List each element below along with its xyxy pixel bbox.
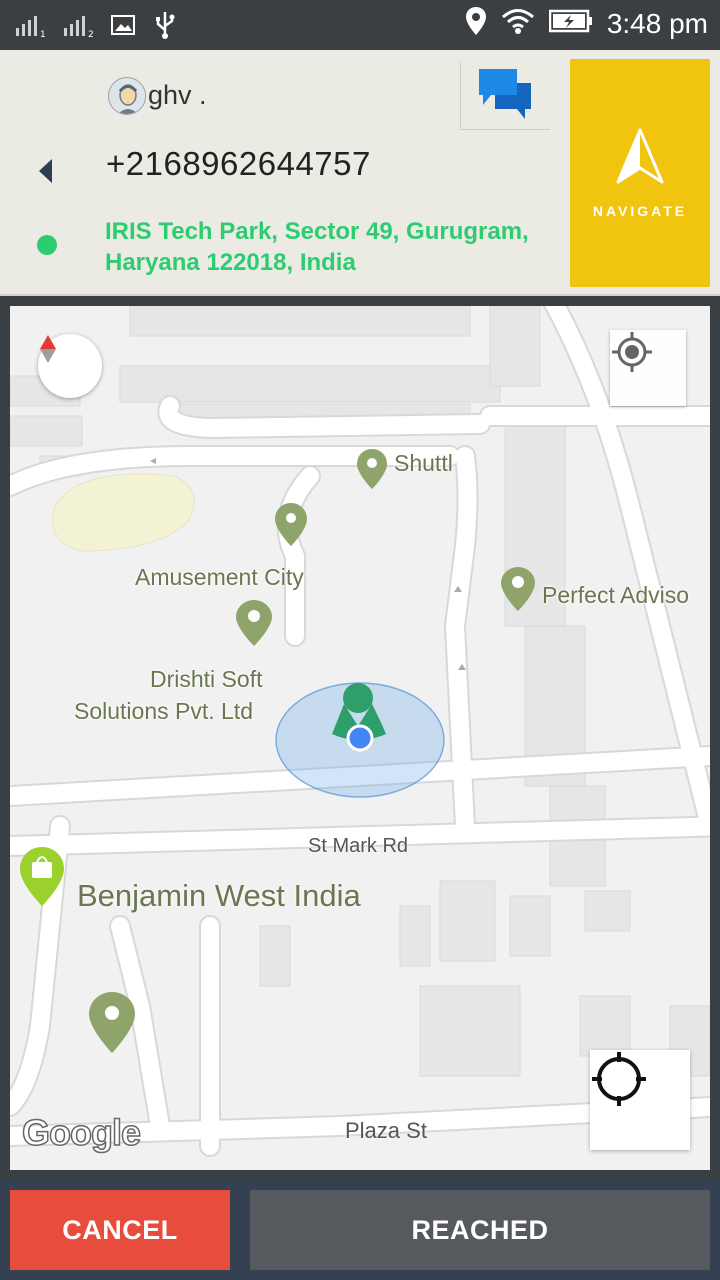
poi-label[interactable]: Shuttl (394, 448, 453, 479)
signal-sim2-icon: 2 (62, 12, 94, 43)
contact-address: IRIS Tech Park, Sector 49, Gurugram, Har… (105, 218, 529, 276)
cancel-button[interactable]: CANCEL (10, 1190, 230, 1270)
status-dot (37, 235, 57, 255)
usb-icon (152, 10, 178, 45)
navigation-arrow-icon (615, 128, 665, 189)
svg-text:1: 1 (40, 30, 46, 38)
location-icon (465, 6, 487, 41)
road-label: St Mark Rd (308, 835, 409, 857)
map-tiles (10, 306, 710, 1157)
reached-button[interactable]: REACHED (250, 1190, 710, 1270)
battery-charging-icon (548, 8, 593, 39)
avatar (108, 77, 146, 115)
poi-label[interactable]: Solutions Pvt. Ltd (74, 696, 253, 727)
chat-button[interactable] (460, 62, 550, 130)
action-bar: CANCEL REACHED (0, 1180, 720, 1280)
status-bar: 1 2 3:48 pm (0, 0, 720, 50)
poi-label[interactable]: Perfect Adviso (542, 580, 689, 611)
compass-button[interactable] (38, 334, 102, 398)
contact-name: ghv . (148, 80, 207, 110)
my-location-button[interactable] (610, 330, 686, 406)
navigate-button[interactable]: NAVIGATE (570, 59, 710, 287)
svg-text:2: 2 (88, 30, 94, 38)
image-icon (110, 13, 136, 42)
back-button[interactable] (26, 150, 66, 196)
clock: 3:48 pm (606, 7, 708, 39)
signal-sim1-icon: 1 (14, 12, 46, 43)
recenter-button[interactable] (590, 1050, 690, 1150)
map-view[interactable]: Shuttl Amusement City Perfect Adviso Dri… (10, 306, 710, 1170)
contact-phone[interactable]: +2168962644757 (106, 145, 371, 183)
store-label[interactable]: Benjamin West India (77, 878, 361, 914)
navigate-label: NAVIGATE (592, 202, 688, 219)
contact-header: ghv . +2168962644757 IRIS Tech Park, Sec… (0, 50, 720, 296)
chevron-left-icon (38, 158, 54, 189)
chat-icon (477, 65, 535, 126)
wifi-icon (501, 7, 535, 40)
google-logo: Google (21, 1111, 142, 1154)
road-label: Plaza St (345, 1118, 427, 1143)
poi-label[interactable]: Drishti Soft (150, 664, 262, 695)
poi-label[interactable]: Amusement City (135, 562, 304, 593)
